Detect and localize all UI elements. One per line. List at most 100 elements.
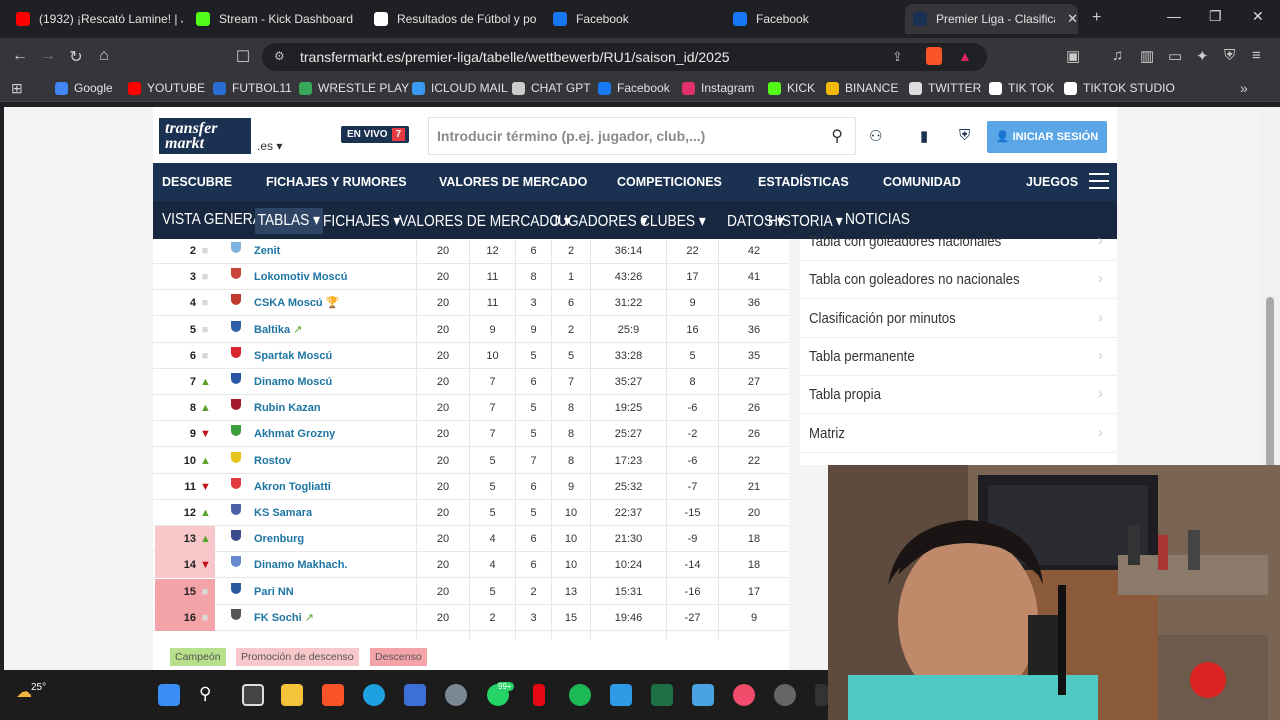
sub-nav-item[interactable]: TABLAS ▾ — [255, 208, 323, 234]
club-link[interactable]: Dinamo Makhach. — [254, 552, 348, 578]
bookmark-item[interactable]: TIKTOK STUDIO — [1064, 81, 1175, 95]
club-link[interactable]: Spartak Moscú — [254, 343, 332, 369]
forward-icon[interactable]: → — [38, 47, 58, 65]
club-crest-icon[interactable] — [229, 500, 243, 526]
bookmark-item[interactable]: TIK TOK — [989, 81, 1054, 95]
main-nav-item[interactable]: COMUNIDAD — [883, 175, 961, 189]
ai-icon[interactable]: ✦ — [1196, 47, 1209, 65]
apps-grid-icon[interactable]: ⊞ — [11, 80, 23, 97]
netflix-icon[interactable] — [533, 684, 545, 706]
club-link[interactable]: Pari NN — [254, 579, 294, 605]
club-crest-icon[interactable] — [229, 343, 243, 369]
club-crest-icon[interactable] — [229, 448, 243, 474]
side-menu-item[interactable]: Tabla propia › — [800, 376, 1117, 415]
browser-tab[interactable]: (1932) ¡Rescató Lamine! | Ju — [8, 4, 183, 34]
task-view-icon[interactable] — [242, 684, 264, 706]
sub-nav-item[interactable]: JUGADORES ▾ — [551, 211, 647, 231]
club-link[interactable]: KS Samara — [254, 500, 312, 526]
sub-nav-item[interactable]: VISTA GENERAL — [162, 211, 270, 229]
club-crest-icon[interactable] — [229, 474, 243, 500]
bookmark-item[interactable]: Instagram — [682, 81, 754, 95]
club-link[interactable]: Rubin Kazan — [254, 395, 321, 421]
wallet-icon[interactable]: ▭ — [1168, 47, 1182, 65]
browser-tab[interactable]: Stream - Kick Dashboard — [188, 4, 363, 34]
bookmark-item[interactable]: YOUTUBE — [128, 81, 205, 95]
bookmark-item[interactable]: Google — [55, 81, 113, 95]
bookmark-item[interactable]: FUTBOL11 — [213, 81, 292, 95]
address-bar[interactable]: ⚙ transfermarkt.es/premier-liga/tabelle/… — [262, 43, 987, 71]
live-button[interactable]: EN VIVO 7 — [341, 126, 410, 143]
sidebar-icon[interactable]: ▥ — [1140, 47, 1154, 65]
reload-icon[interactable]: ↻ — [66, 47, 86, 67]
club-crest-icon[interactable] — [229, 526, 243, 552]
browser-tab[interactable]: Resultados de Fútbol y po — [366, 4, 542, 34]
minimize-icon[interactable]: — — [1167, 8, 1181, 24]
sub-nav-item[interactable]: VALORES DE MERCADO ▾ — [399, 211, 571, 231]
back-icon[interactable]: ← — [10, 47, 30, 65]
side-menu-item[interactable]: Tabla con goleadores no nacionales › — [800, 261, 1117, 300]
club-link[interactable]: Dinamo Moscú — [254, 369, 332, 395]
club-link[interactable]: CSKA Moscú 🏆 — [254, 290, 339, 316]
hamburger-menu-icon[interactable] — [1089, 173, 1109, 194]
club-link[interactable]: Akron Togliatti — [254, 474, 331, 500]
club-crest-icon[interactable] — [229, 552, 243, 578]
side-menu-item[interactable]: Tabla con goleadores nacionales › — [800, 223, 1117, 261]
browser-tab[interactable]: Premier Liga - Clasifica ✕ — [905, 4, 1078, 34]
new-tab-button[interactable]: + — [1092, 9, 1101, 27]
excel-icon[interactable] — [651, 684, 673, 706]
music-icon[interactable]: ♫ — [1112, 47, 1123, 64]
menu-icon[interactable]: ≡ — [1252, 47, 1261, 64]
maximize-icon[interactable]: ❐ — [1209, 8, 1222, 25]
start-icon[interactable] — [158, 684, 180, 706]
app-icon[interactable] — [815, 684, 828, 706]
bookmark-item[interactable]: Facebook — [598, 81, 670, 95]
main-nav-item[interactable]: DESCUBRE — [162, 175, 232, 189]
itunes-icon[interactable] — [733, 684, 755, 706]
search-icon[interactable]: ⚲ — [831, 126, 843, 146]
side-menu-item[interactable]: Tabla permanente › — [800, 338, 1117, 376]
sub-nav-item[interactable]: FICHAJES ▾ — [323, 211, 400, 231]
side-menu-item[interactable]: Matriz › — [800, 415, 1117, 453]
watchlist-icon[interactable]: ▮ — [920, 127, 928, 145]
bookmark-item[interactable]: TWITTER — [909, 81, 981, 95]
bookmark-icon[interactable]: ☐ — [233, 47, 253, 67]
edge-icon[interactable] — [363, 684, 385, 706]
login-button[interactable]: 👤 INICIAR SESIÓN — [987, 121, 1107, 153]
shield-icon[interactable]: ⛨ — [959, 127, 970, 144]
club-crest-icon[interactable] — [229, 579, 243, 605]
media-icon[interactable]: ▣ — [1066, 47, 1080, 65]
site-info-icon[interactable]: ⚙ — [274, 49, 285, 63]
site-domain-selector[interactable]: .es ▾ — [257, 139, 282, 153]
url-text[interactable]: transfermarkt.es/premier-liga/tabelle/we… — [300, 49, 730, 65]
share-icon[interactable]: ⇪ — [892, 49, 903, 65]
bookmark-item[interactable]: WRESTLE PLAY — [299, 81, 409, 95]
sub-nav-item[interactable]: CLUBES ▾ — [640, 211, 706, 231]
main-nav-item[interactable]: COMPETICIONES — [617, 175, 722, 189]
store-icon[interactable] — [404, 684, 426, 706]
club-crest-icon[interactable] — [229, 605, 243, 631]
brave-shields-icon[interactable] — [926, 47, 942, 65]
club-crest-icon[interactable] — [229, 264, 243, 290]
club-crest-icon[interactable] — [229, 369, 243, 395]
side-menu-item[interactable]: Clasificación por minutos › — [800, 300, 1117, 338]
user-search-icon[interactable]: ⚇ — [869, 127, 882, 145]
club-link[interactable]: Baltika ↗ — [254, 317, 302, 343]
more-bookmarks-icon[interactable]: » — [1240, 80, 1248, 96]
brave-rewards-icon[interactable]: ▲ — [958, 48, 972, 64]
onedrive-icon[interactable] — [610, 684, 632, 706]
club-link[interactable]: FK Sochi ↗ — [254, 605, 314, 631]
site-logo[interactable]: transfer markt — [159, 118, 251, 154]
club-link[interactable]: Zenit — [254, 238, 280, 264]
search-taskbar-icon[interactable]: ⚲ — [199, 684, 211, 704]
spotify-icon[interactable] — [569, 684, 591, 706]
main-nav-item[interactable]: ESTADÍSTICAS — [758, 175, 849, 189]
main-nav-item[interactable]: VALORES DE MERCADO — [439, 175, 587, 189]
brave-taskbar-icon[interactable] — [322, 684, 344, 706]
club-link[interactable]: Akhmat Grozny — [254, 421, 335, 447]
club-crest-icon[interactable] — [229, 395, 243, 421]
club-crest-icon[interactable] — [229, 290, 243, 316]
browser-tab[interactable]: Facebook — [725, 4, 903, 34]
vpn-icon[interactable]: ⛨ — [1224, 47, 1235, 64]
search-input[interactable] — [437, 118, 817, 154]
club-link[interactable]: Orenburg — [254, 526, 304, 552]
